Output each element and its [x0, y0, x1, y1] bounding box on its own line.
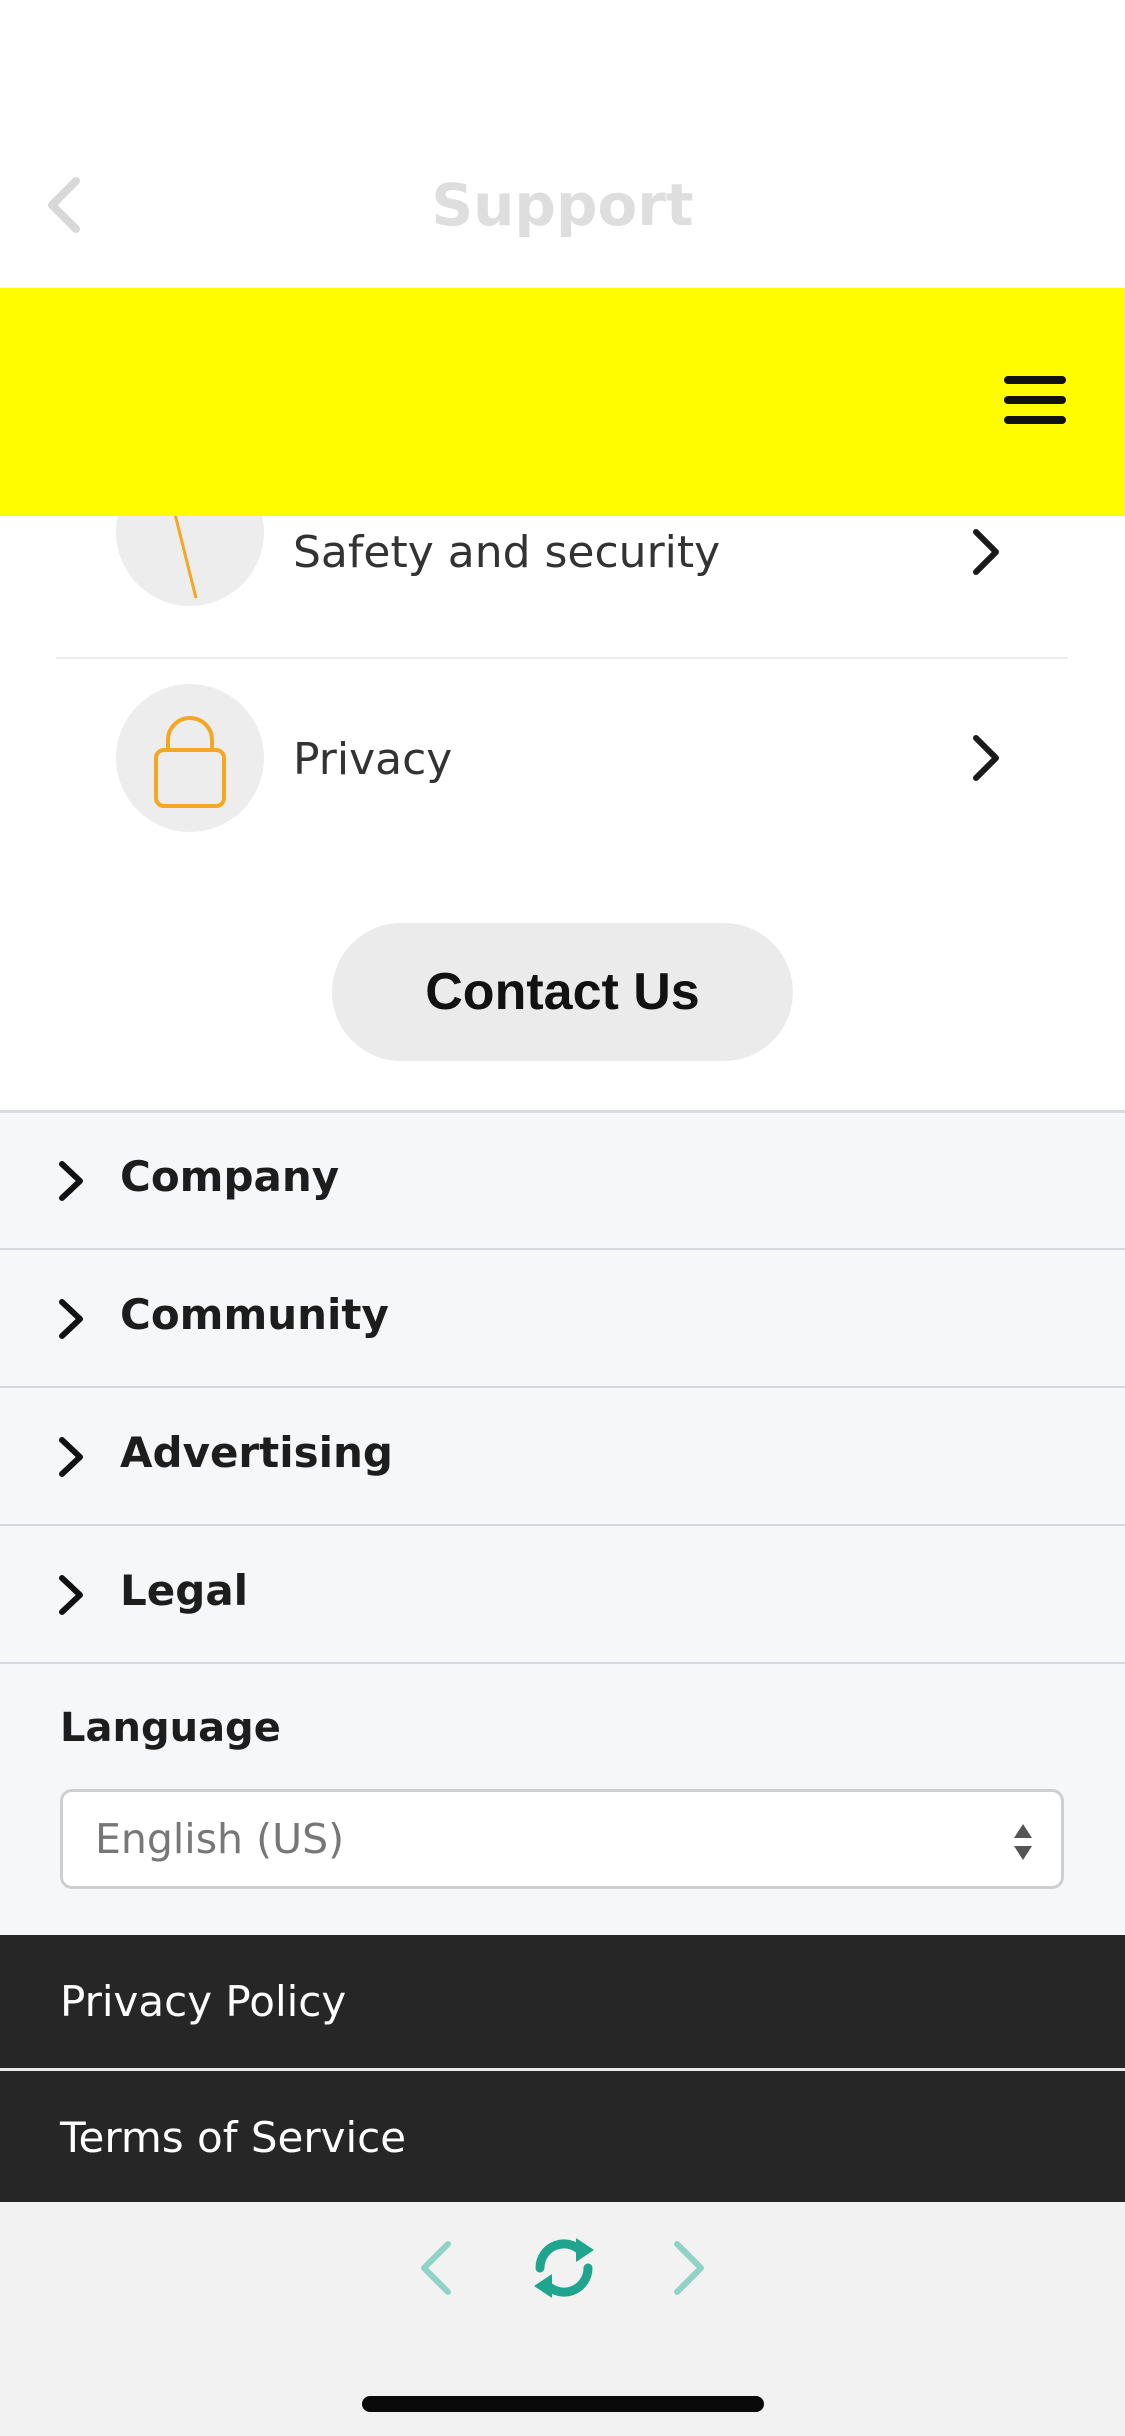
- footer-section-label: Community: [120, 1290, 389, 1339]
- lock-icon: [116, 684, 264, 832]
- footer-section-label: Advertising: [120, 1428, 393, 1477]
- privacy-policy-label: Privacy Policy: [60, 1977, 347, 2026]
- category-label: Safety and security: [293, 527, 721, 578]
- row-divider: [56, 657, 1068, 659]
- footer-section-company[interactable]: Company: [0, 1112, 1125, 1250]
- footer-section-label: Legal: [120, 1566, 249, 1615]
- language-select-value: English (US): [95, 1815, 345, 1863]
- chevron-right-icon: [54, 1296, 90, 1342]
- chevron-right-icon: [54, 1158, 90, 1204]
- contact-us-button[interactable]: Contact Us: [332, 923, 793, 1061]
- select-arrows-icon: [1011, 1820, 1035, 1864]
- browser-back-icon[interactable]: [412, 2236, 460, 2300]
- category-label: Privacy: [293, 734, 453, 785]
- language-label: Language: [60, 1705, 281, 1751]
- hamburger-menu-button[interactable]: [1000, 370, 1072, 430]
- category-row-privacy[interactable]: Privacy: [56, 662, 1068, 868]
- footer-section-legal[interactable]: Legal: [0, 1526, 1125, 1664]
- privacy-policy-link[interactable]: Privacy Policy: [0, 1935, 1125, 2068]
- terms-of-service-label: Terms of Service: [60, 2113, 407, 2162]
- brand-header-overlay: [0, 288, 1125, 516]
- chevron-right-icon: [54, 1572, 90, 1618]
- footer-section-advertising[interactable]: Advertising: [0, 1388, 1125, 1526]
- chevron-right-icon: [966, 728, 1006, 788]
- chevron-right-icon: [54, 1434, 90, 1480]
- terms-of-service-link[interactable]: Terms of Service: [0, 2071, 1125, 2202]
- home-indicator[interactable]: [362, 2396, 764, 2412]
- chevron-right-icon: [966, 522, 1006, 582]
- footer-section-label: Company: [120, 1152, 340, 1201]
- footer-section-community[interactable]: Community: [0, 1250, 1125, 1388]
- refresh-icon[interactable]: [524, 2228, 604, 2308]
- page-title: Support: [431, 171, 694, 239]
- top-nav-bar: [0, 0, 1125, 288]
- language-select[interactable]: English (US): [60, 1789, 1064, 1889]
- browser-forward-icon[interactable]: [665, 2236, 713, 2300]
